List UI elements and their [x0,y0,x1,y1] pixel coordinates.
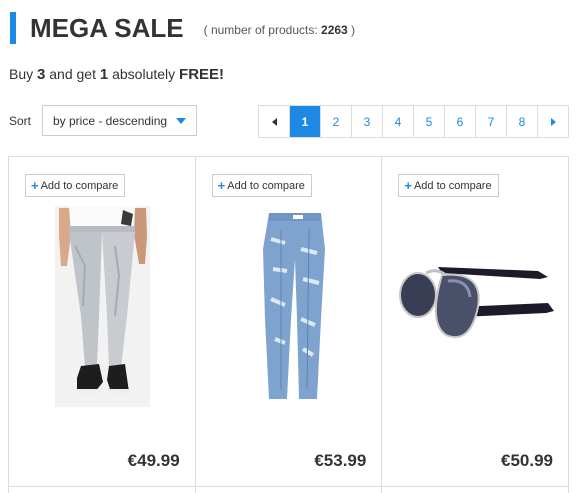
page-6-button[interactable]: 6 [445,106,476,137]
page-header: MEGA SALE ( number of products: 2263 ) [10,12,355,44]
add-to-compare-label: Add to compare [40,179,119,192]
product-card[interactable]: + Add to compare €50.99 [382,157,570,493]
page-2-button[interactable]: 2 [321,106,352,137]
page-3-button[interactable]: 3 [352,106,383,137]
page-4-button[interactable]: 4 [383,106,414,137]
promo-part1: Buy [9,66,34,82]
ripped-jeans-image[interactable] [241,209,341,407]
grey-jeans-image[interactable] [55,206,150,407]
product-card[interactable]: + Add to compare €53.99 [195,157,383,493]
chevron-right-icon [550,117,556,126]
promo-part3: absolutely [112,66,176,82]
sort-selected-value: by price - descending [53,113,168,128]
product-count-suffix: ) [351,23,356,37]
sunglasses-image[interactable] [398,257,558,357]
promo-text: Buy 3 and get 1 absolutely FREE! [9,66,224,83]
add-to-compare-button[interactable]: + Add to compare [211,174,312,197]
product-price: €49.99 [127,451,180,470]
product-count-prefix: ( number of products: [203,23,318,37]
page-5-button[interactable]: 5 [414,106,445,137]
card-divider [382,486,569,487]
product-count: ( number of products: 2263 ) [204,23,355,37]
promo-free-word: FREE! [179,66,225,83]
add-to-compare-label: Add to compare [227,179,305,192]
product-count-value: 2263 [321,23,348,37]
add-to-compare-label: Add to compare [413,179,492,192]
sort-label: Sort [9,114,32,128]
caret-down-icon [176,118,186,124]
pagination-prev-button[interactable] [259,106,290,137]
card-divider [9,486,195,487]
page-1-button[interactable]: 1 [290,106,321,137]
product-card[interactable]: + Add to compare €49.99 [9,157,196,493]
promo-free-qty: 1 [99,66,109,83]
promo-part2: and get [49,66,96,82]
product-grid: + Add to compare €49.99 + Add to compare… [8,156,570,493]
page-8-button[interactable]: 8 [507,106,538,137]
promo-buy-qty: 3 [37,66,46,83]
accent-bar [10,12,16,44]
add-to-compare-button[interactable]: + Add to compare [25,174,126,197]
page-title: MEGA SALE [30,12,184,43]
product-price: €50.99 [501,451,554,470]
page-7-button[interactable]: 7 [476,106,507,137]
pagination: 1 2 3 4 5 6 7 8 [258,105,569,138]
product-price: €53.99 [314,451,367,470]
pagination-next-button[interactable] [538,106,569,137]
card-divider [195,486,382,487]
add-to-compare-button[interactable]: + Add to compare [398,174,499,197]
chevron-left-icon [271,117,277,126]
plus-icon: + [404,178,412,193]
sort-select[interactable]: by price - descending [42,105,197,136]
plus-icon: + [217,178,226,193]
plus-icon: + [31,178,39,193]
